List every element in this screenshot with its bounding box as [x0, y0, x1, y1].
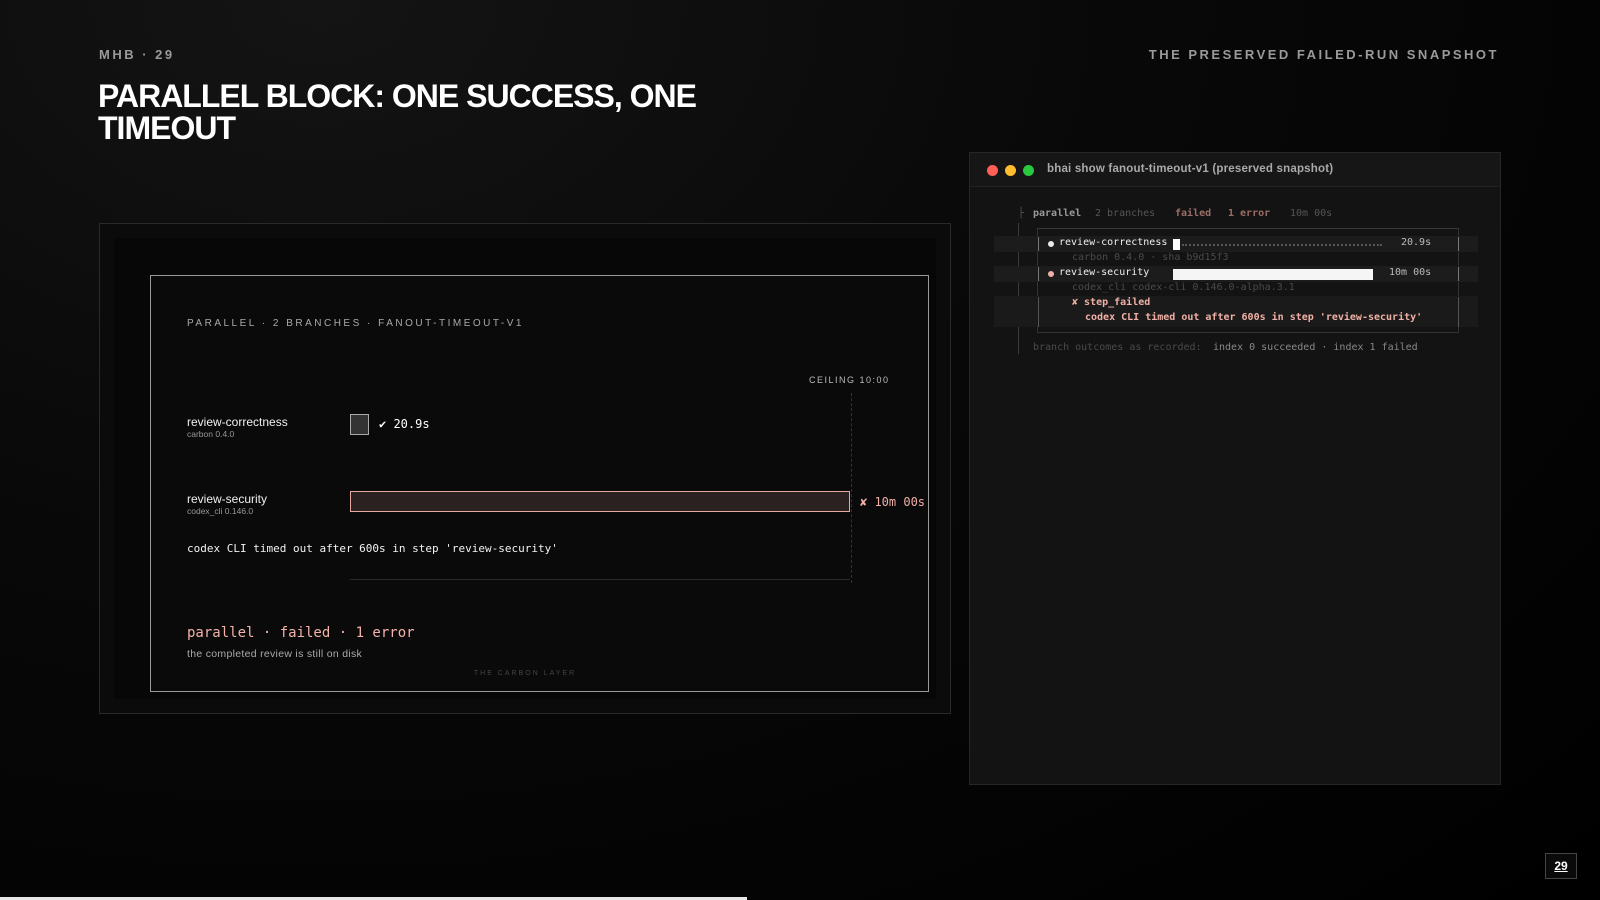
branch-result-security: ✘ 10m 00s	[860, 495, 926, 509]
row-name-security: review-security	[1059, 267, 1150, 278]
row-pipe	[1458, 237, 1459, 251]
row-bar-security	[1173, 269, 1373, 280]
status-summary-sub: the completed review is still on disk	[187, 648, 363, 660]
branch-result-correctness: ✔ 20.9s	[379, 417, 430, 431]
success-dot-icon	[1048, 241, 1054, 247]
row-sub-security: codex_cli codex-cli 0.146.0-alpha.3.1	[1072, 282, 1295, 293]
status-failed: failed	[1175, 208, 1212, 219]
total-duration: 10m 00s	[1290, 208, 1333, 219]
ceiling-line	[851, 393, 852, 583]
row-pipe	[1458, 267, 1459, 281]
tree-branch-glyph: ├	[1018, 208, 1025, 219]
error-count: 1 error	[1228, 208, 1271, 219]
branch-sub-correctness: carbon 0.4.0	[187, 429, 235, 439]
row-time-correctness: 20.9s	[1401, 237, 1432, 248]
row-pipe	[1458, 297, 1459, 327]
parallel-label: parallel	[1033, 208, 1082, 219]
branch-bar-security	[350, 491, 850, 512]
timeout-message: codex CLI timed out after 600s in step '…	[187, 542, 558, 555]
failure-dot-icon	[1048, 271, 1054, 277]
timeline-axis	[350, 579, 850, 580]
row-name-correctness: review-correctness	[1059, 237, 1168, 248]
outcome-value: index 0 succeeded · index 1 failed	[1213, 342, 1418, 353]
row-time-security: 10m 00s	[1389, 267, 1432, 278]
tree-rail	[1018, 340, 1019, 354]
error-label: ✘ step_failed	[1072, 297, 1151, 308]
carbon-inner: PARALLEL · 2 BRANCHES · FANOUT-TIMEOUT-V…	[114, 238, 936, 699]
error-message: codex CLI timed out after 600s in step '…	[1085, 312, 1423, 323]
row-pipe	[1038, 267, 1039, 281]
carbon-heading: PARALLEL · 2 BRANCHES · FANOUT-TIMEOUT-V…	[187, 318, 524, 329]
close-window-icon[interactable]	[987, 165, 998, 176]
terminal-title: bhai show fanout-timeout-v1 (preserved s…	[1047, 163, 1334, 175]
outcome-label: branch outcomes as recorded:	[1033, 342, 1202, 353]
row-sub-correctness: carbon 0.4.0 · sha b9d15f3	[1072, 252, 1229, 263]
maximize-window-icon[interactable]	[1023, 165, 1034, 176]
branch-bar-correctness	[350, 414, 369, 435]
row-pipe	[1038, 237, 1039, 251]
status-summary: parallel · failed · 1 error	[187, 625, 415, 641]
minimize-window-icon[interactable]	[1005, 165, 1016, 176]
carbon-frame: PARALLEL · 2 BRANCHES · FANOUT-TIMEOUT-V…	[150, 275, 929, 692]
carbon-panel: PARALLEL · 2 BRANCHES · FANOUT-TIMEOUT-V…	[99, 223, 951, 714]
branches-count: 2 branches	[1095, 208, 1156, 219]
row-track-correctness	[1182, 244, 1382, 246]
section-label: THE PRESERVED FAILED-RUN SNAPSHOT	[1148, 47, 1499, 62]
branch-name-security: review-security	[187, 492, 268, 506]
carbon-caption: THE CARBON LAYER	[473, 670, 577, 677]
page-number[interactable]: 29	[1545, 853, 1577, 879]
ceiling-label: CEILING 10:00	[809, 375, 890, 385]
branch-name-correctness: review-correctness	[187, 415, 288, 429]
slide-kicker: MHB · 29	[99, 47, 175, 62]
row-bar-correctness	[1173, 239, 1180, 250]
terminal-window: bhai show fanout-timeout-v1 (preserved s…	[969, 152, 1501, 785]
terminal-titlebar: bhai show fanout-timeout-v1 (preserved s…	[970, 153, 1500, 187]
page-title: PARALLEL BLOCK: ONE SUCCESS, ONE TIMEOUT	[98, 78, 697, 146]
row-pipe	[1038, 297, 1039, 327]
branch-sub-security: codex_cli 0.146.0	[187, 506, 254, 516]
